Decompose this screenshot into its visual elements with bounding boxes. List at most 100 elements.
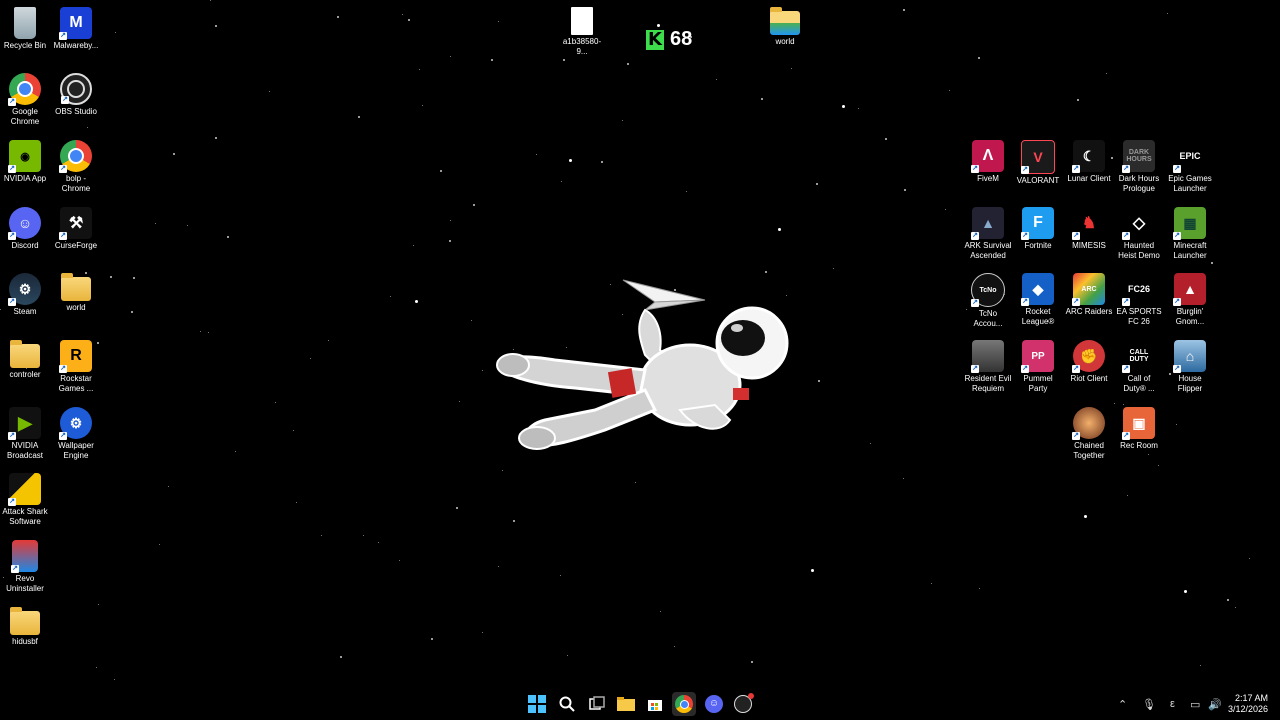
star (96, 667, 97, 668)
desktop-icon-malwarebytes[interactable]: M ↗ Malwareby... (51, 0, 101, 51)
revo-icon: ↗ (11, 540, 38, 573)
star (1176, 424, 1177, 425)
star (567, 655, 568, 656)
star (413, 245, 414, 246)
star (131, 311, 133, 313)
desktop-icon-arc-raiders[interactable]: ARC ↗ ARC Raiders (1064, 266, 1114, 317)
desktop-icon-file[interactable]: a1b38580-9... (557, 0, 607, 57)
desktop-icon-world-top[interactable]: world (760, 0, 810, 47)
desktop-icon-dark-hours[interactable]: DARK HOURS ↗ Dark Hours Prologue (1114, 133, 1164, 194)
star (622, 120, 623, 121)
star (310, 358, 311, 359)
star (168, 486, 169, 487)
star (674, 646, 675, 647)
desktop-icon-burglin-gnomes[interactable]: ▲ ↗ Burglin' Gnom... (1165, 266, 1215, 327)
lunar-client-icon: ☾ ↗ (1072, 140, 1105, 173)
star (200, 331, 201, 332)
malwarebytes-icon: M ↗ (59, 7, 92, 40)
star (419, 69, 420, 70)
volume-icon[interactable]: 🔊 (1208, 688, 1222, 720)
system-clock[interactable]: 2:17 AM 3/12/2026 (1228, 693, 1268, 715)
desktop-icon-attack-shark[interactable]: ↗ Attack Shark Software (0, 466, 50, 527)
desktop-icon-revo-uninstaller[interactable]: ↗ Revo Uninstaller (0, 533, 50, 594)
search-icon[interactable] (555, 692, 579, 716)
star (115, 32, 116, 33)
star (208, 332, 209, 333)
desktop-icon-obs-studio[interactable]: ↗ OBS Studio (51, 66, 101, 117)
star (133, 277, 135, 279)
desktop-icon-world-folder[interactable]: world (51, 266, 101, 313)
desktop-icon-resident-evil[interactable]: ↗ Resident Evil Requiem (963, 333, 1013, 394)
star (399, 560, 400, 561)
star (269, 91, 270, 92)
desktop-icon-chained-together[interactable]: ↗ Chained Together (1064, 400, 1114, 461)
discord-taskbar-icon[interactable]: ☺ (702, 692, 726, 716)
star (235, 451, 236, 452)
chrome-profile-icon: ↗ (59, 140, 92, 173)
desktop-icon-pummel-party[interactable]: PP ↗ Pummel Party (1013, 333, 1063, 394)
star (601, 161, 603, 163)
star (473, 204, 475, 206)
ark-icon: ▲ ↗ (971, 207, 1004, 240)
desktop-icon-recycle-bin[interactable]: Recycle Bin (0, 0, 50, 51)
desktop-icon-fivem[interactable]: Λ ↗ FiveM (963, 133, 1013, 184)
obs-icon: ↗ (60, 73, 92, 105)
start-icon[interactable] (525, 692, 549, 716)
store-icon[interactable] (643, 692, 667, 716)
file-icon (571, 7, 593, 35)
desktop-icon-nvidia-broadcast[interactable]: ▶ ↗ NVIDIA Broadcast (0, 400, 50, 461)
desktop-icon-tcno[interactable]: TcNo ↗ TcNo Accou... (963, 266, 1013, 329)
desktop-icon-lunar-client[interactable]: ☾ ↗ Lunar Client (1064, 133, 1114, 184)
desktop-icon-house-flipper[interactable]: ⌂ ↗ House Flipper (1165, 333, 1215, 394)
desktop-icon-nvidia-app[interactable]: ◉ ↗ NVIDIA App (0, 133, 50, 184)
star (635, 482, 636, 483)
desktop-icon-discord[interactable]: ☺ ↗ Discord (0, 200, 50, 251)
desktop-icon-mimesis[interactable]: ♞ ↗ MIMESIS (1064, 200, 1114, 251)
minecraft-icon: ▦ ↗ (1173, 207, 1206, 240)
star (931, 583, 932, 584)
star (402, 14, 403, 15)
star (337, 16, 339, 18)
desktop-icon-riot-client[interactable]: ✊ ↗ Riot Client (1064, 333, 1114, 384)
star (296, 502, 297, 503)
star (761, 98, 763, 100)
language-indicator[interactable]: ε (1170, 688, 1175, 720)
desktop-icon-minecraft[interactable]: ▦ ↗ Minecraft Launcher (1165, 200, 1215, 261)
obs-taskbar-icon[interactable] (731, 692, 755, 716)
desktop-icon-google-chrome[interactable]: ↗ Google Chrome (0, 66, 50, 127)
desktop-icon-controler-folder[interactable]: controler (0, 333, 50, 380)
star (1127, 495, 1128, 496)
star (1184, 590, 1187, 593)
burglin-gnomes-icon: ▲ ↗ (1173, 273, 1206, 306)
star (491, 59, 493, 61)
microphone-icon[interactable]: 🎙 (1142, 688, 1156, 720)
desktop-icon-rocket-league[interactable]: ◆ ↗ Rocket League® (1013, 266, 1063, 327)
desktop-icon-rec-room[interactable]: ▣ ↗ Rec Room (1114, 400, 1164, 451)
star (215, 137, 217, 139)
desktop-icon-bolp-chrome[interactable]: ↗ bolp - Chrome (51, 133, 101, 194)
task-view-icon[interactable] (585, 692, 609, 716)
recycle-bin-icon (14, 7, 36, 39)
chrome-taskbar-icon[interactable] (672, 692, 696, 716)
desktop-icon-steam[interactable]: ⚙ ↗ Steam (0, 266, 50, 317)
desktop-icon-ark[interactable]: ▲ ↗ ARK Survival Ascended (963, 200, 1013, 261)
desktop-icon-curseforge[interactable]: ⚒ ↗ CurseForge (51, 200, 101, 251)
desktop-icon-call-of-duty[interactable]: CALL DUTY ↗ Call of Duty® ... (1114, 333, 1164, 394)
desktop-icon-haunted-heist[interactable]: ◇ ↗ Haunted Heist Demo (1114, 200, 1164, 261)
star (456, 507, 458, 509)
desktop-icon-epic-games[interactable]: EPIC ↗ Epic Games Launcher (1165, 133, 1215, 194)
file-explorer-icon[interactable] (614, 692, 638, 716)
star (816, 183, 818, 185)
desktop-icon-wallpaper-engine[interactable]: ⚙ ↗ Wallpaper Engine (51, 400, 101, 461)
desktop-icon-valorant[interactable]: V ↗ VALORANT (1013, 133, 1063, 186)
tray-overflow-chevron-icon[interactable]: ⌃ (1118, 688, 1127, 720)
star (627, 63, 629, 65)
star (979, 588, 980, 589)
network-icon[interactable]: ▭ (1190, 688, 1200, 720)
desktop-icon-rockstar-games[interactable]: R ↗ Rockstar Games ... (51, 333, 101, 394)
desktop-icon-fortnite[interactable]: F ↗ Fortnite (1013, 200, 1063, 251)
desktop-icon-hidusbf-folder[interactable]: hidusbf (0, 600, 50, 647)
valorant-icon: V ↗ (1021, 140, 1055, 174)
star (904, 189, 906, 191)
desktop-icon-ea-fc[interactable]: FC26 ↗ EA SPORTS FC 26 (1114, 266, 1164, 327)
